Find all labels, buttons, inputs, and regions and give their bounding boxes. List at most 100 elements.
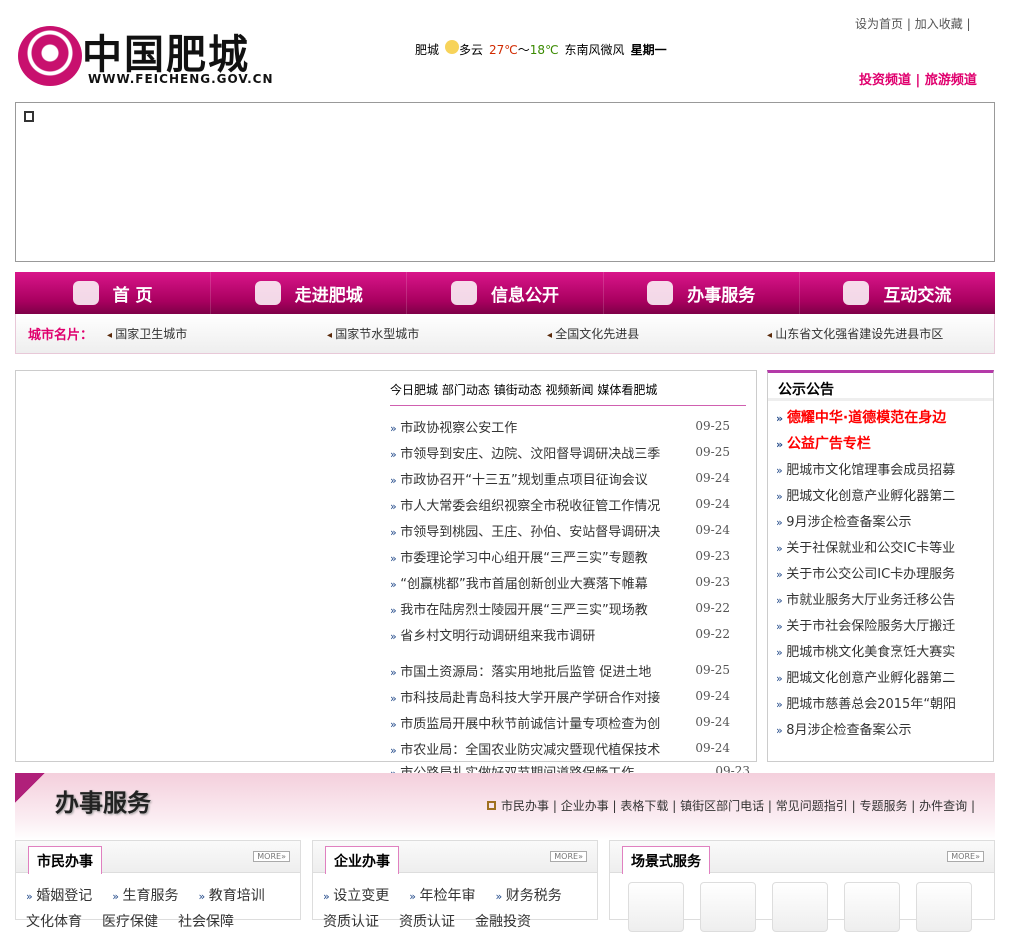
temp-low: 18℃ xyxy=(529,42,559,57)
news-date: 09-24 xyxy=(695,689,730,703)
tab-today[interactable]: 今日肥城 xyxy=(390,383,438,397)
news-title: 市领导到桃园、王庄、孙伯、安站督导调研决 xyxy=(390,521,660,540)
add-favorite-link[interactable]: 加入收藏 xyxy=(915,17,963,31)
news-item[interactable]: 市委理论学习中心组开展“三严三实”专题教 09-23 xyxy=(390,543,730,569)
more-button[interactable]: MORE» xyxy=(550,851,587,862)
set-homepage-link[interactable]: 设为首页 xyxy=(855,17,903,31)
city-card-item[interactable]: 山东省文化强省建设先进县市区 xyxy=(767,325,943,342)
tab-town[interactable]: 镇街动态 xyxy=(494,383,542,397)
news-date: 09-23 xyxy=(715,764,750,773)
service-link[interactable]: 财务税务 xyxy=(495,885,562,905)
news-list: 市政协视察公安工作09-25市领导到安庄、边院、汶阳督导调研决战三季09-25市… xyxy=(390,413,730,647)
service-link[interactable]: 金融投资 xyxy=(475,911,531,931)
service-link[interactable]: 婚姻登记 xyxy=(26,885,92,905)
service-link[interactable]: 年检年审 xyxy=(409,885,475,905)
plugin-icon xyxy=(24,111,34,122)
city-card-label: 城市名片： xyxy=(28,328,94,343)
passport-icon[interactable] xyxy=(916,882,972,932)
news-title: 市农业局：全国农业防灾减灾暨现代植保技术 xyxy=(390,739,660,758)
home-icon xyxy=(72,281,99,305)
nav-label: 办事服务 xyxy=(687,285,756,306)
more-button[interactable]: MORE» xyxy=(947,851,984,862)
news-item[interactable]: 市公路局扎实做好双节期间道路保畅工作 09-23 xyxy=(390,762,750,773)
nav-label: 走进肥城 xyxy=(294,285,363,306)
service-nav-link[interactable]: 镇街区部门电话 xyxy=(680,799,764,813)
news-item[interactable]: 市农业局：全国农业防灾减灾暨现代植保技术 09-24 xyxy=(390,735,730,761)
nav-home[interactable]: 首 页 xyxy=(15,272,212,314)
grid-icon xyxy=(487,801,496,810)
site-logo[interactable]: 中国肥城 WWW.FEICHENG.GOV.CN xyxy=(18,22,273,90)
city-card-item[interactable]: 国家卫生城市 xyxy=(107,325,327,342)
news-item[interactable]: 我市在陆房烈士陵园开展“三严三实”现场教 09-22 xyxy=(390,595,730,621)
news-item[interactable]: 市政协视察公安工作 09-25 xyxy=(390,413,730,439)
news-item[interactable]: 省乡村文明行动调研组来我市调研 09-22 xyxy=(390,621,730,647)
news-item[interactable]: 市领导到桃园、王庄、孙伯、安站督导调研决 09-24 xyxy=(390,517,730,543)
news-item[interactable]: 市国土资源局：落实用地批后监管 促进土地 09-25 xyxy=(390,657,730,683)
service-nav-link[interactable]: 常见问题指引 xyxy=(776,799,848,813)
notice-item[interactable]: 关于市公交公司IC卡办理服务 xyxy=(776,563,993,589)
notice-item[interactable]: 市就业服务大厅业务迁移公告 xyxy=(776,589,993,615)
investment-channel-link[interactable]: 投资频道 xyxy=(859,73,911,88)
service-banner: 办事服务 市民办事 | 企业办事 | 表格下载 | 镇街区部门电话 | 常见问题… xyxy=(15,773,995,840)
notice-item[interactable]: 德耀中华·道德模范在身边 xyxy=(776,407,993,433)
news-title: 市委理论学习中心组开展“三严三实”专题教 xyxy=(390,547,647,566)
news-item[interactable]: 市人大常委会组织视察全市税收征管工作情况 09-24 xyxy=(390,491,730,517)
news-item[interactable]: 市科技局赴青岛科技大学开展产学研合作对接 09-24 xyxy=(390,683,730,709)
partly-cloudy-icon xyxy=(445,40,460,54)
news-list: 市国土资源局：落实用地批后监管 促进土地 09-25 市科技局赴青岛科技大学开展产学… xyxy=(390,657,730,761)
doctor-icon[interactable] xyxy=(700,882,756,932)
notice-item[interactable]: 肥城市桃文化美食烹饪大赛实 xyxy=(776,641,993,667)
news-item[interactable]: 市领导到安庄、边院、汶阳督导调研决战三季 09-25 xyxy=(390,439,730,465)
house-icon[interactable] xyxy=(844,882,900,932)
notice-item[interactable]: 关于社保就业和公交IC卡等业 xyxy=(776,537,993,563)
city-card-item[interactable]: 全国文化先进县 xyxy=(547,325,767,342)
news-item[interactable]: 市政协召开“十三五”规划重点项目征询会议 09-24 xyxy=(390,465,730,491)
panel-title[interactable]: 企业办事 xyxy=(325,846,399,874)
service-nav-link[interactable]: 表格下载 xyxy=(620,799,668,813)
book-icon[interactable] xyxy=(628,882,684,932)
nav-about-city[interactable]: 走进肥城 xyxy=(211,272,408,314)
news-date: 09-22 xyxy=(695,627,730,641)
more-button[interactable]: MORE» xyxy=(253,851,290,862)
service-link[interactable]: 医疗保健 xyxy=(102,911,158,931)
service-link[interactable]: 教育培训 xyxy=(198,885,265,905)
news-item[interactable]: 市质监局开展中秋节前诚信计量专项检查为创 09-24 xyxy=(390,709,730,735)
news-date: 09-24 xyxy=(695,715,730,729)
nav-services[interactable]: 办事服务 xyxy=(604,272,800,314)
city-card-bar: 城市名片： 国家卫生城市 国家节水型城市 全国文化先进县 山东省文化强省建设先进… xyxy=(15,314,995,354)
city-card-item[interactable]: 国家节水型城市 xyxy=(327,325,547,342)
tab-media[interactable]: 媒体看肥城 xyxy=(597,383,657,397)
notice-item[interactable]: 肥城市慈善总会2015年“朝阳 xyxy=(776,693,993,719)
notice-item[interactable]: 8月涉企检查备案公示 xyxy=(776,719,993,745)
service-nav-link[interactable]: 企业办事 xyxy=(561,799,609,813)
service-link[interactable]: 社会保障 xyxy=(178,911,234,931)
news-date: 09-25 xyxy=(695,663,730,677)
news-title: 市政协视察公安工作 xyxy=(390,417,517,436)
notice-item[interactable]: 肥城文化创意产业孵化器第二 xyxy=(776,667,993,693)
panel-title[interactable]: 场景式服务 xyxy=(622,846,710,874)
family-icon[interactable] xyxy=(772,882,828,932)
service-link[interactable]: 资质认证 xyxy=(323,911,379,931)
service-link[interactable]: 文化体育 xyxy=(26,911,82,931)
service-link[interactable]: 生育服务 xyxy=(112,885,178,905)
notice-item[interactable]: 肥城市文化馆理事会成员招募 xyxy=(776,459,993,485)
notice-item[interactable]: 肥城文化创意产业孵化器第二 xyxy=(776,485,993,511)
news-title: 市政协召开“十三五”规划重点项目征询会议 xyxy=(390,469,647,488)
notice-item[interactable]: 公益广告专栏 xyxy=(776,433,993,459)
panel-title[interactable]: 市民办事 xyxy=(28,846,102,874)
notice-item[interactable]: 9月涉企检查备案公示 xyxy=(776,511,993,537)
tourism-channel-link[interactable]: 旅游频道 xyxy=(925,73,977,88)
nav-info-public[interactable]: 信息公开 xyxy=(407,272,604,314)
service-link[interactable]: 资质认证 xyxy=(399,911,455,931)
service-link[interactable]: 设立变更 xyxy=(323,885,389,905)
service-nav-link[interactable]: 专题服务 xyxy=(859,799,907,813)
nav-interaction[interactable]: 互动交流 xyxy=(800,272,995,314)
service-nav-link[interactable]: 市民办事 xyxy=(501,799,549,813)
news-item[interactable]: “创赢桃都”我市首届创新创业大赛落下帷幕 09-23 xyxy=(390,569,730,595)
news-title: 市质监局开展中秋节前诚信计量专项检查为创 xyxy=(390,713,660,732)
notice-panel: 公示公告 德耀中华·道德模范在身边公益广告专栏肥城市文化馆理事会成员招募肥城文化… xyxy=(767,370,994,762)
service-nav-link[interactable]: 办件查询 xyxy=(919,799,967,813)
tab-department[interactable]: 部门动态 xyxy=(442,383,490,397)
notice-item[interactable]: 关于市社会保险服务大厅搬迁 xyxy=(776,615,993,641)
tab-video[interactable]: 视频新闻 xyxy=(546,383,594,397)
